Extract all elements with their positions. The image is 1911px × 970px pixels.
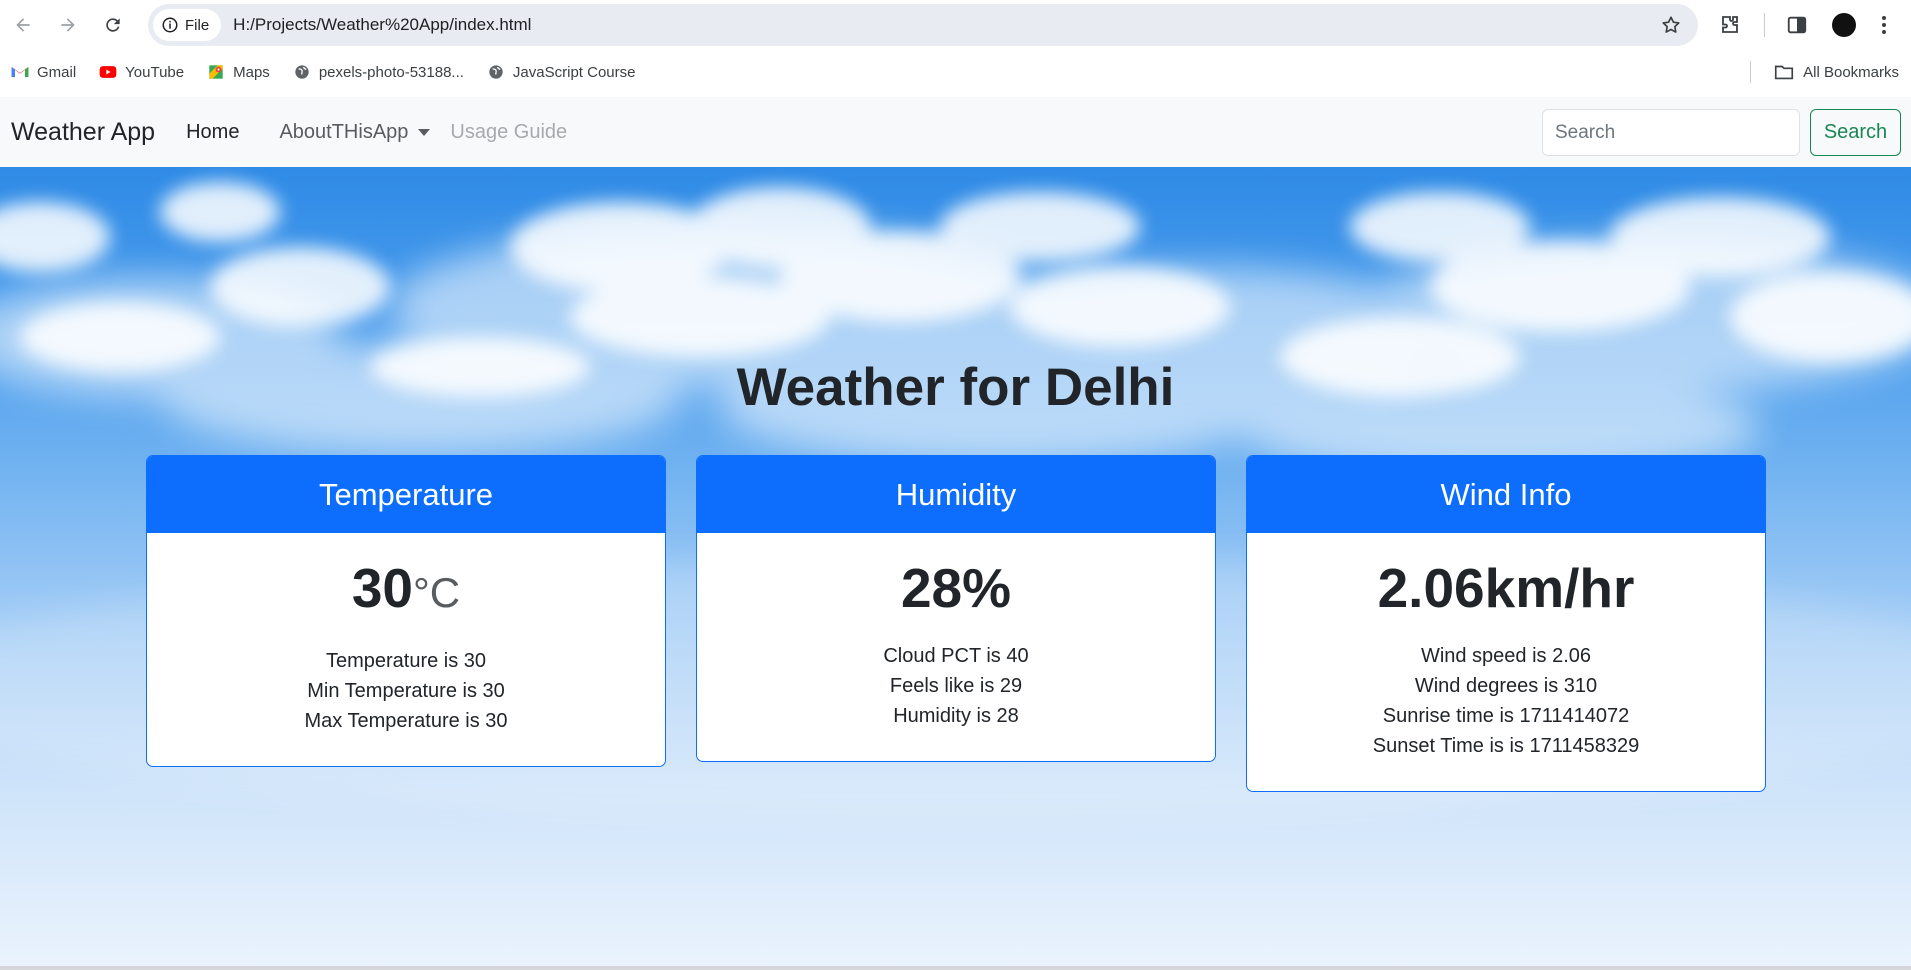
humidity-card: Humidity 28% Cloud PCT is 40 Feels like … (696, 455, 1216, 762)
sunset-detail: Sunset Time is is 1711458329 (1372, 735, 1640, 757)
nav-about-dropdown[interactable]: AboutTHisApp (279, 120, 431, 144)
bookmark-label: pexels-photo-53188... (318, 63, 464, 81)
bookmark-maps[interactable]: Maps (206, 62, 270, 82)
card-body: 30°C Temperature is 30 Min Temperature i… (147, 533, 665, 766)
toolbar-divider (1764, 13, 1765, 37)
wind-speed-detail: Wind speed is 2.06 (1420, 645, 1592, 667)
menu-dots-icon[interactable] (1880, 0, 1888, 50)
temperature-unit: °C (413, 569, 461, 616)
bookmark-pexels[interactable]: pexels-photo-53188... (292, 62, 464, 82)
side-panel-icon[interactable] (1786, 0, 1808, 50)
humidity-value: 28% (900, 557, 1012, 619)
all-bookmarks-button[interactable]: All Bookmarks (1773, 50, 1899, 94)
bookmark-label: Maps (233, 63, 270, 81)
nav-about-label: AboutTHisApp (279, 120, 409, 143)
card-body: 2.06km/hr Wind speed is 2.06 Wind degree… (1247, 533, 1765, 791)
bookmark-star-icon[interactable] (1660, 14, 1682, 36)
youtube-icon (99, 66, 117, 78)
brand-link[interactable]: Weather App (11, 118, 155, 147)
search-button[interactable]: Search (1810, 109, 1901, 156)
humidity-detail: Humidity is 28 (893, 705, 1019, 727)
address-bar[interactable]: File H:/Projects/Weather%20App/index.htm… (148, 4, 1698, 46)
temperature-card: Temperature 30°C Temperature is 30 Min T… (146, 455, 666, 767)
wind-degrees-detail: Wind degrees is 310 (1414, 675, 1598, 697)
site-info-chip[interactable]: File (153, 9, 222, 41)
globe-icon (489, 65, 503, 79)
bookmark-label: JavaScript Course (512, 63, 636, 81)
temperature-value: 30°C (147, 553, 665, 628)
bookmark-gmail[interactable]: Gmail (10, 62, 76, 82)
app-navbar: Weather App Home AboutTHisApp Usage Guid… (0, 97, 1911, 167)
reload-icon[interactable] (98, 10, 128, 40)
page-title: Weather for Delhi (736, 358, 1175, 417)
temperature-detail: Temperature is 30 (325, 650, 487, 672)
forward-icon[interactable] (53, 10, 83, 40)
profile-avatar[interactable] (1832, 0, 1856, 50)
wind-value: 2.06km/hr (1377, 557, 1635, 619)
caret-down-icon (418, 128, 431, 136)
bookmark-youtube[interactable]: YouTube (98, 62, 184, 82)
temperature-number: 30 (351, 557, 414, 619)
maps-icon (209, 65, 223, 79)
card-header: Temperature (147, 456, 665, 533)
bookmark-label: YouTube (125, 63, 185, 81)
info-icon (162, 17, 178, 33)
browser-toolbar: File H:/Projects/Weather%20App/index.htm… (0, 0, 1911, 50)
nav-usage-guide-link: Usage Guide (450, 120, 568, 143)
bookmark-javascript-course[interactable]: JavaScript Course (486, 62, 636, 82)
temperature-details: Temperature is 30 Min Temperature is 30 … (147, 646, 665, 736)
wind-info-card: Wind Info 2.06km/hr Wind speed is 2.06 W… (1246, 455, 1766, 792)
gmail-icon (11, 67, 29, 77)
extensions-icon[interactable] (1718, 0, 1742, 50)
folder-icon (1775, 65, 1794, 80)
bookmark-label: Gmail (37, 63, 77, 81)
humidity-details: Cloud PCT is 40 Feels like is 29 Humidit… (697, 641, 1215, 731)
globe-icon (295, 65, 309, 79)
card-header: Wind Info (1247, 456, 1765, 533)
all-bookmarks-label: All Bookmarks (1803, 63, 1899, 81)
bookmarks-bar: Gmail YouTube Maps pexels-photo-53188...… (0, 50, 1911, 94)
window-bottom-border (0, 966, 1911, 970)
nav-home-link[interactable]: Home (186, 121, 239, 144)
sunrise-detail: Sunrise time is 1711414072 (1382, 705, 1630, 727)
back-icon[interactable] (8, 10, 38, 40)
bookmarks-divider (1750, 61, 1751, 83)
site-chip-label: File (185, 16, 210, 34)
card-body: 28% Cloud PCT is 40 Feels like is 29 Hum… (697, 533, 1215, 761)
url-text[interactable]: H:/Projects/Weather%20App/index.html (233, 15, 531, 35)
weather-section: Weather for Delhi Temperature 30°C Tempe… (0, 167, 1911, 967)
feels-like-detail: Feels like is 29 (889, 675, 1023, 697)
card-header: Humidity (697, 456, 1215, 533)
min-temperature-detail: Min Temperature is 30 (307, 680, 505, 702)
max-temperature-detail: Max Temperature is 30 (304, 710, 508, 732)
wind-details: Wind speed is 2.06 Wind degrees is 310 S… (1247, 641, 1765, 761)
search-input[interactable] (1542, 109, 1800, 156)
cloud-pct-detail: Cloud PCT is 40 (883, 645, 1029, 667)
